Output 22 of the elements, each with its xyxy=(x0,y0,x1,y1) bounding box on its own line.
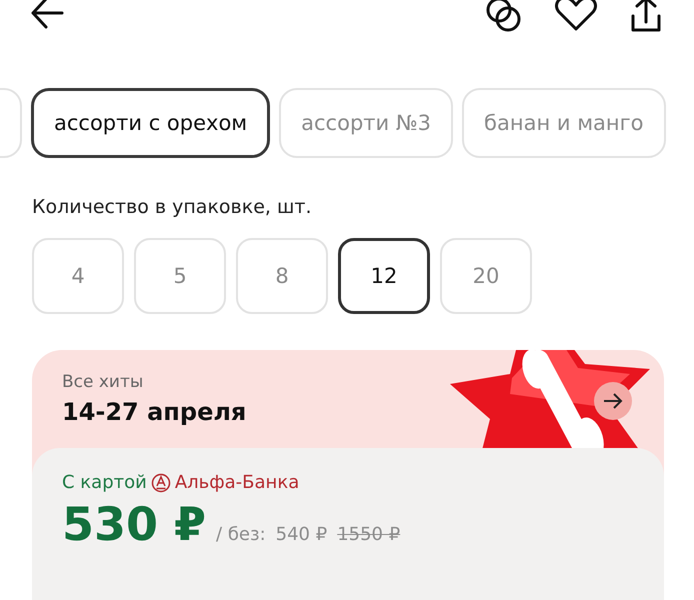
bank-name: Альфа-Банка xyxy=(174,472,300,493)
heart-icon[interactable] xyxy=(554,0,598,32)
arrow-right-icon xyxy=(603,393,623,409)
promo-banner[interactable]: Все хиты 14-27 апреля С картой Альфа-Банка 530 ₽ / без: 540 ₽ 1550 ₽ xyxy=(32,350,664,600)
bank-logo-icon xyxy=(150,472,171,492)
card-price: 530 ₽ xyxy=(62,497,206,551)
quantity-option[interactable]: 12 xyxy=(338,238,430,314)
variant-chip[interactable]: банан и манго xyxy=(462,88,666,158)
variant-chip[interactable]: ассорти №3 xyxy=(279,88,454,158)
promo-title: 14-27 апреля xyxy=(62,398,246,426)
variant-chip[interactable]: ассорти с орехом xyxy=(31,88,270,158)
quantity-option[interactable]: 5 xyxy=(134,238,226,314)
quantity-option[interactable]: 20 xyxy=(440,238,532,314)
quantity-option[interactable]: 4 xyxy=(32,238,124,314)
promo-subtitle: Все хиты xyxy=(62,372,144,392)
regular-price: 540 ₽ xyxy=(276,524,328,545)
back-arrow-icon[interactable] xyxy=(30,0,64,30)
card-label: С картой xyxy=(62,472,147,493)
old-price: 1550 ₽ xyxy=(337,524,400,545)
quantity-label: Количество в упаковке, шт. xyxy=(32,196,312,218)
quantity-option[interactable]: 8 xyxy=(236,238,328,314)
regular-price-label: / без: xyxy=(216,524,266,545)
